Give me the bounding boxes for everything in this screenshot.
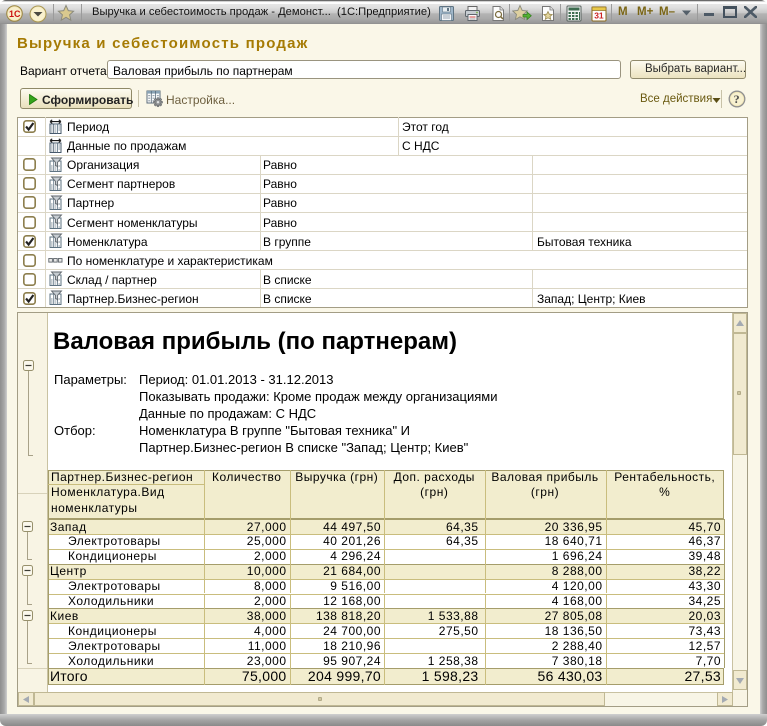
svg-text:31: 31 — [594, 11, 604, 21]
svg-text:?: ? — [734, 92, 740, 106]
svg-text:1C: 1C — [9, 9, 21, 19]
